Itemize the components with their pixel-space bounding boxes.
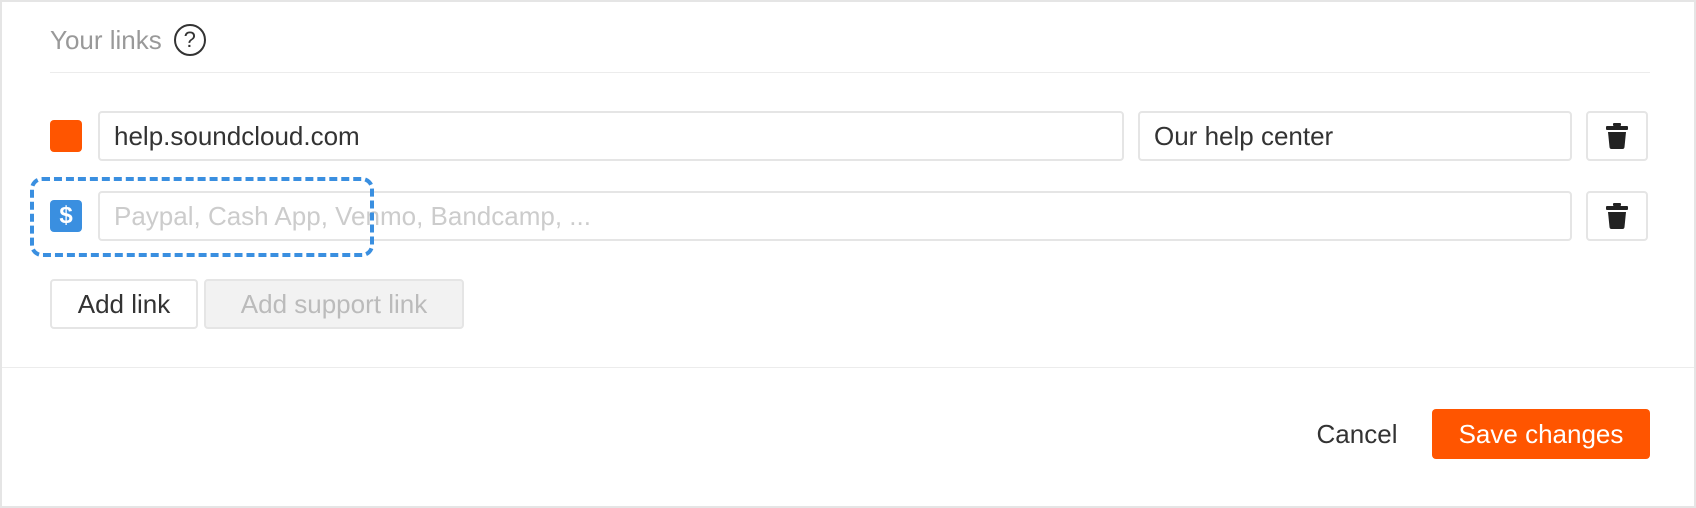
support-link-input[interactable]: [98, 191, 1572, 241]
footer-divider: [2, 367, 1694, 368]
help-icon[interactable]: ?: [173, 24, 206, 56]
orange-square-icon: [50, 120, 82, 152]
section-header: Your links ?: [50, 22, 206, 58]
section-title: Your links: [50, 24, 162, 55]
delete-link-button[interactable]: [1586, 111, 1648, 161]
link-title-input[interactable]: [1138, 111, 1572, 161]
add-support-link-button[interactable]: Add support link: [204, 279, 464, 329]
header-divider: [50, 72, 1650, 73]
dollar-icon: $: [50, 200, 82, 232]
link-url-input[interactable]: [98, 111, 1124, 161]
trash-icon: [1606, 203, 1628, 229]
edit-links-panel: Your links ? $ Add link Add support link…: [0, 0, 1696, 508]
add-link-button[interactable]: Add link: [50, 279, 198, 329]
trash-icon: [1606, 123, 1628, 149]
delete-support-link-button[interactable]: [1586, 191, 1648, 241]
save-changes-button[interactable]: Save changes: [1432, 409, 1650, 459]
cancel-button[interactable]: Cancel: [1302, 409, 1412, 459]
